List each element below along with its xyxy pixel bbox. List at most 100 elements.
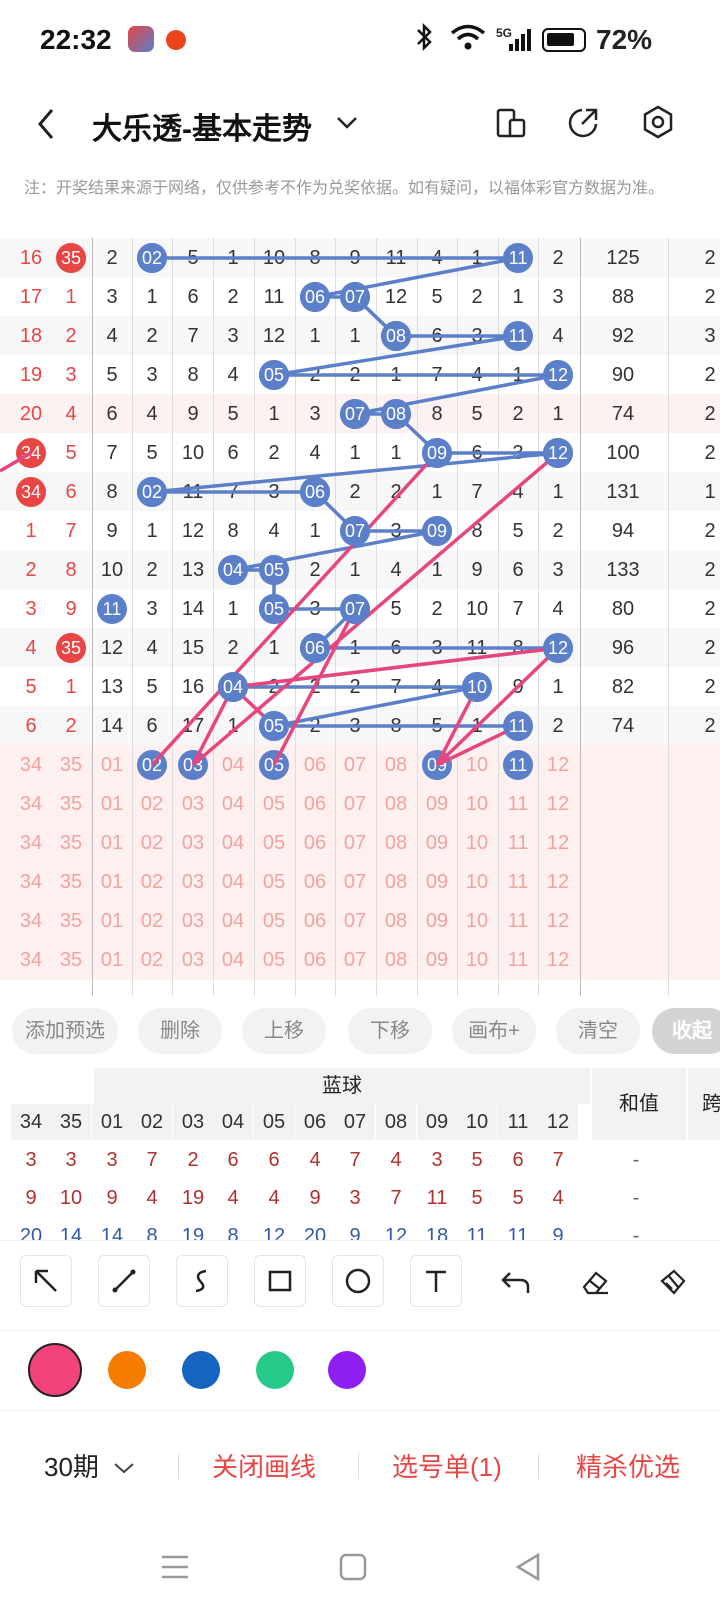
- pick-cell[interactable]: 03: [173, 862, 213, 902]
- pick-cell[interactable]: 06: [295, 823, 335, 863]
- pick-cell[interactable]: 12: [538, 823, 578, 863]
- blue-ball[interactable]: 07: [340, 516, 370, 546]
- pick-cell[interactable]: 35: [51, 745, 91, 785]
- pick-cell[interactable]: 04: [213, 745, 253, 785]
- pick-cell[interactable]: 09: [417, 823, 457, 863]
- pick-cell[interactable]: 09: [417, 901, 457, 941]
- pick-cell[interactable]: 05: [254, 823, 294, 863]
- pick-cell[interactable]: 04: [213, 862, 253, 902]
- pick-cell[interactable]: 01: [92, 823, 132, 863]
- pick-cell[interactable]: 01: [92, 901, 132, 941]
- pick-cell[interactable]: 06: [295, 784, 335, 824]
- page-title[interactable]: 大乐透-基本走势: [92, 104, 312, 148]
- best-pick-button[interactable]: 精杀优选: [576, 1447, 680, 1484]
- pick-cell[interactable]: 02: [132, 823, 172, 863]
- blue-ball[interactable]: 12: [543, 438, 573, 468]
- pick-cell[interactable]: 34: [11, 940, 51, 980]
- blue-ball[interactable]: 05: [259, 594, 289, 624]
- pick-cell[interactable]: 11: [498, 784, 538, 824]
- pick-cell[interactable]: 06: [295, 940, 335, 980]
- pick-cell[interactable]: 05: [254, 784, 294, 824]
- undo-icon[interactable]: [500, 1269, 532, 1302]
- move-up-button[interactable]: 上移: [242, 1008, 326, 1054]
- pick-cell[interactable]: 34: [11, 823, 51, 863]
- pick-cell[interactable]: 08: [376, 784, 416, 824]
- menu-nav-icon[interactable]: [160, 1552, 190, 1587]
- home-nav-icon[interactable]: [338, 1552, 368, 1587]
- blue-ball[interactable]: 06: [300, 282, 330, 312]
- eraser-icon[interactable]: [578, 1267, 612, 1302]
- blue-ball[interactable]: 05: [259, 711, 289, 741]
- pick-cell[interactable]: 07: [335, 745, 375, 785]
- share-icon[interactable]: [566, 106, 600, 145]
- pick-cell[interactable]: 35: [51, 940, 91, 980]
- collapse-button[interactable]: 收起: [652, 1008, 720, 1054]
- pick-cell[interactable]: 11: [498, 862, 538, 902]
- blue-ball[interactable]: 07: [340, 282, 370, 312]
- pick-cell[interactable]: 12: [538, 745, 578, 785]
- blue-ball[interactable]: 06: [300, 633, 330, 663]
- pick-cell[interactable]: 35: [51, 823, 91, 863]
- selected-blue-ball[interactable]: 11: [503, 750, 533, 780]
- pick-cell[interactable]: 11: [498, 901, 538, 941]
- blue-ball[interactable]: 09: [422, 516, 452, 546]
- selected-blue-ball[interactable]: 05: [259, 750, 289, 780]
- color-blue-swatch[interactable]: [182, 1351, 220, 1389]
- pick-cell[interactable]: 09: [417, 784, 457, 824]
- pick-cell[interactable]: 08: [376, 823, 416, 863]
- pick-cell[interactable]: 02: [132, 862, 172, 902]
- pick-cell[interactable]: 35: [51, 901, 91, 941]
- pick-cell[interactable]: 10: [457, 823, 497, 863]
- clear-brush-icon[interactable]: [656, 1267, 690, 1302]
- blue-ball[interactable]: 07: [340, 594, 370, 624]
- pick-cell[interactable]: 34: [11, 901, 51, 941]
- chevron-down-icon[interactable]: [334, 112, 360, 137]
- add-preselect-button[interactable]: 添加预选: [12, 1008, 118, 1054]
- pick-cell[interactable]: 02: [132, 784, 172, 824]
- selected-blue-ball[interactable]: 03: [178, 750, 208, 780]
- circle-tool-icon[interactable]: [332, 1255, 384, 1307]
- pick-cell[interactable]: 10: [457, 940, 497, 980]
- pick-cell[interactable]: 01: [92, 940, 132, 980]
- pick-cell[interactable]: 03: [173, 901, 213, 941]
- pick-cell[interactable]: 34: [11, 784, 51, 824]
- line-tool-icon[interactable]: [98, 1255, 150, 1307]
- period-select[interactable]: 30期: [44, 1447, 136, 1484]
- pick-cell[interactable]: 11: [498, 940, 538, 980]
- curve-tool-icon[interactable]: [176, 1255, 228, 1307]
- color-pink-swatch[interactable]: [28, 1343, 82, 1397]
- pick-cell[interactable]: 06: [295, 745, 335, 785]
- color-orange-swatch[interactable]: [108, 1351, 146, 1389]
- layout-icon[interactable]: [494, 106, 528, 145]
- delete-button[interactable]: 删除: [138, 1008, 222, 1054]
- pick-cell[interactable]: 05: [254, 940, 294, 980]
- pick-cell[interactable]: 35: [51, 784, 91, 824]
- pick-cell[interactable]: 12: [538, 940, 578, 980]
- blue-ball[interactable]: 02: [137, 477, 167, 507]
- pick-cell[interactable]: 12: [538, 784, 578, 824]
- blue-ball[interactable]: 07: [340, 399, 370, 429]
- blue-ball[interactable]: 05: [259, 555, 289, 585]
- blue-ball[interactable]: 06: [300, 477, 330, 507]
- pick-cell[interactable]: 01: [92, 745, 132, 785]
- blue-ball[interactable]: 04: [218, 672, 248, 702]
- text-tool-icon[interactable]: [410, 1255, 462, 1307]
- pick-cell[interactable]: 05: [254, 862, 294, 902]
- blue-ball[interactable]: 08: [381, 399, 411, 429]
- pick-cell[interactable]: 10: [457, 901, 497, 941]
- pick-cell[interactable]: 07: [335, 901, 375, 941]
- pick-cell[interactable]: 10: [457, 862, 497, 902]
- pick-row[interactable]: 34 35 01 02 03 04 05 06 07 08 09 10 11 12: [0, 745, 720, 785]
- blue-ball[interactable]: 12: [543, 633, 573, 663]
- pick-cell[interactable]: 09: [417, 940, 457, 980]
- arrow-tool-icon[interactable]: [20, 1255, 72, 1307]
- selected-blue-ball[interactable]: 02: [137, 750, 167, 780]
- canvas-add-button[interactable]: 画布+: [452, 1008, 536, 1054]
- pick-cell[interactable]: 35: [51, 862, 91, 902]
- pick-cell[interactable]: 09: [417, 862, 457, 902]
- pick-cell[interactable]: 07: [335, 823, 375, 863]
- pick-cell[interactable]: 34: [11, 862, 51, 902]
- rectangle-tool-icon[interactable]: [254, 1255, 306, 1307]
- pick-cell[interactable]: 08: [376, 862, 416, 902]
- pick-cell[interactable]: 08: [376, 940, 416, 980]
